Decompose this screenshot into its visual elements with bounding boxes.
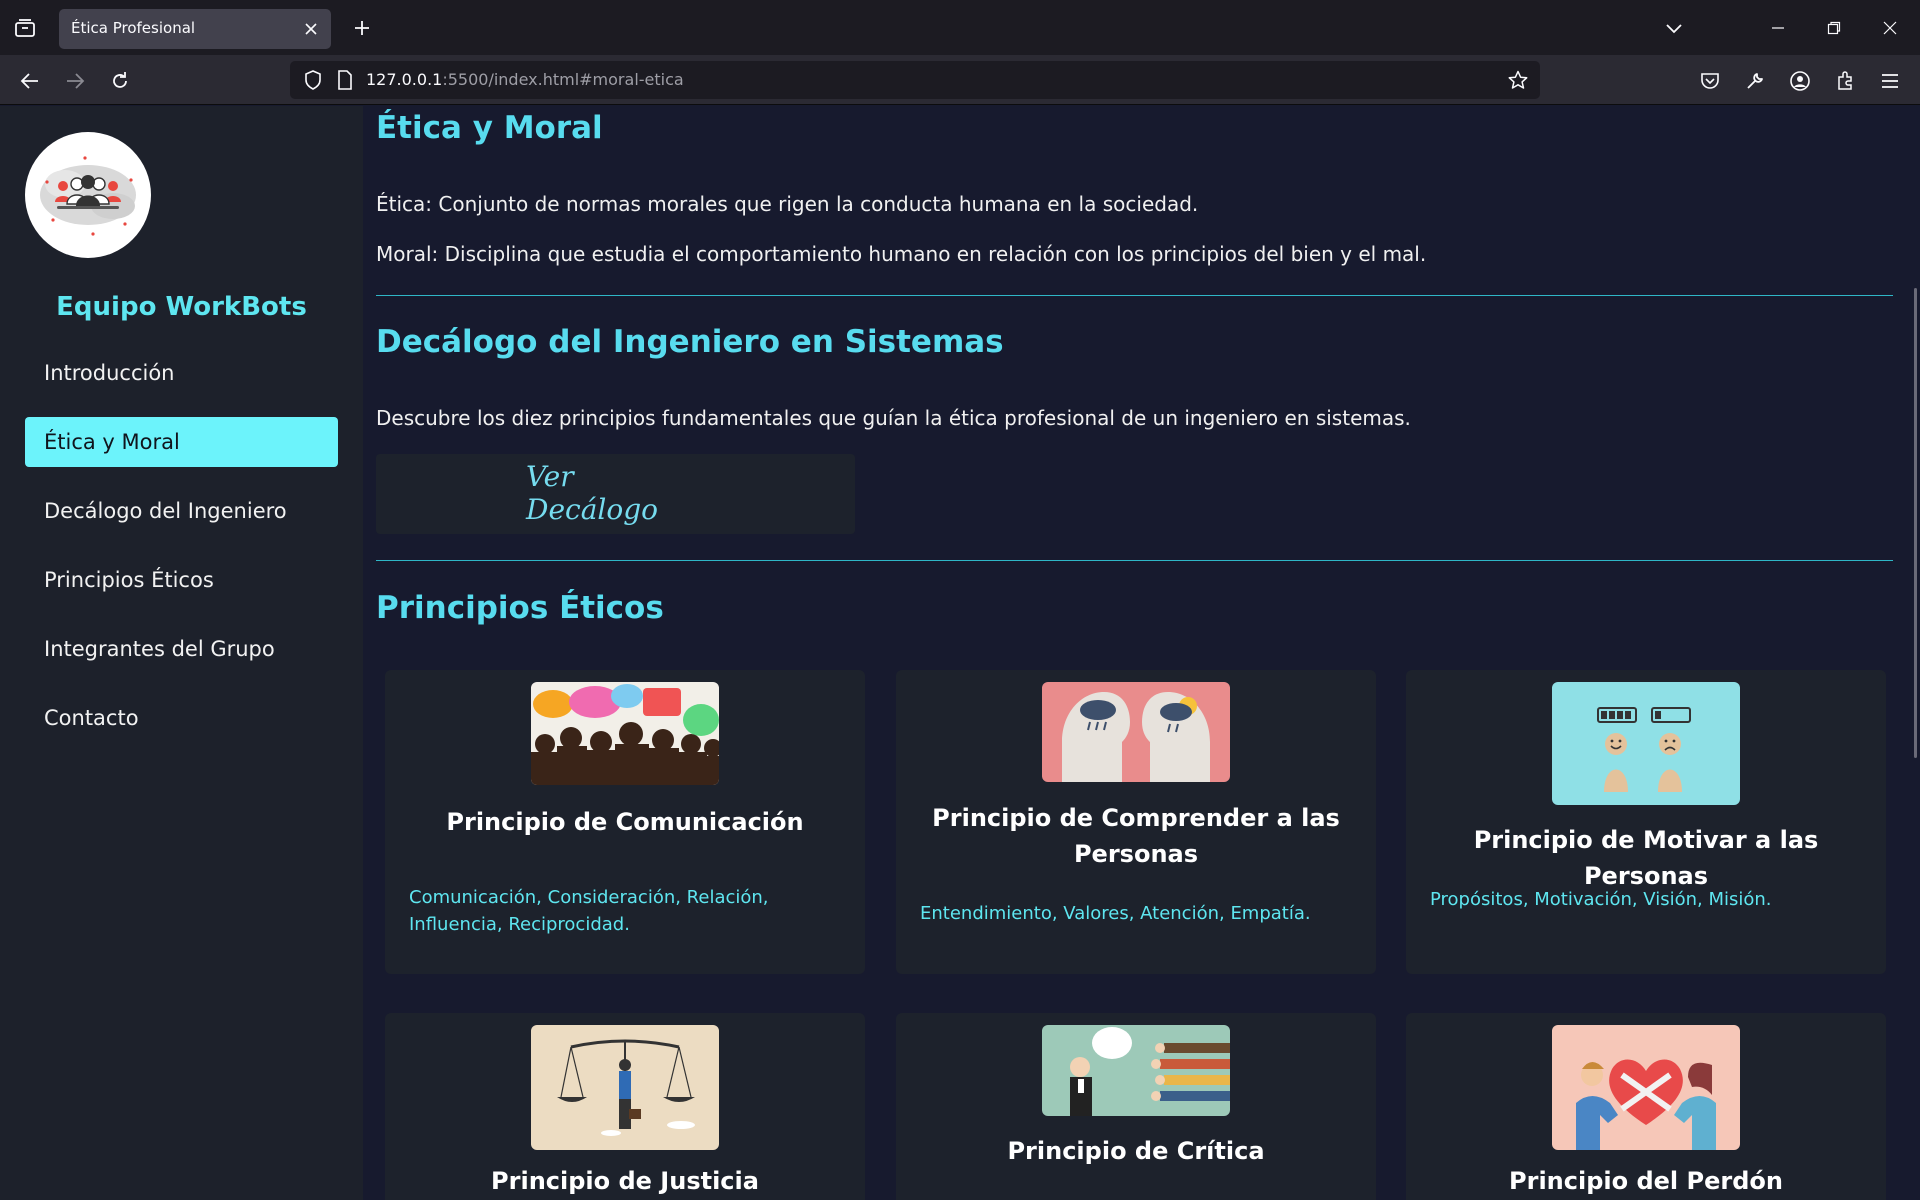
- card-perdon[interactable]: Principio del Perdón: [1406, 1013, 1886, 1200]
- card-title: Principio de Justicia: [491, 1167, 759, 1195]
- card-title: Principio de Comprender a las Personas: [932, 804, 1340, 868]
- team-logo: [25, 132, 151, 258]
- url-path: :5500/index.html#moral-etica: [442, 70, 684, 89]
- browser-tab-bar: Ética Profesional: [0, 0, 1920, 55]
- card-keywords: Comunicación, Consideración, Relación, I…: [409, 887, 769, 935]
- communication-image: [531, 682, 719, 785]
- sidebar-item-decalogo[interactable]: Decálogo del Ingeniero: [25, 486, 338, 536]
- moral-definition: Moral: Disciplina que estudia el comport…: [376, 242, 1427, 266]
- close-window-icon[interactable]: [1868, 8, 1912, 48]
- sidebar-item-integrantes[interactable]: Integrantes del Grupo: [25, 624, 338, 674]
- list-all-tabs-icon[interactable]: [1660, 14, 1688, 42]
- minimize-icon[interactable]: [1756, 8, 1800, 48]
- extensions-icon[interactable]: [1829, 65, 1861, 97]
- pocket-icon[interactable]: [1694, 65, 1726, 97]
- scrollbar-thumb[interactable]: [1914, 288, 1917, 758]
- ver-decalogo-button[interactable]: Ver Decálogo: [376, 454, 855, 534]
- new-tab-icon[interactable]: [348, 14, 376, 42]
- motivation-image: [1552, 682, 1740, 805]
- reload-icon[interactable]: [104, 65, 136, 97]
- card-motivar[interactable]: Principio de Motivar a las Personas Prop…: [1406, 670, 1886, 974]
- sidebar: Equipo WorkBots Introducción Ética y Mor…: [0, 106, 363, 1200]
- bookmark-star-icon[interactable]: [1506, 68, 1530, 92]
- ver-decalogo-label: Ver Decálogo: [526, 460, 658, 526]
- url-host: 127.0.0.1: [366, 70, 443, 89]
- page-scrollbar[interactable]: [1908, 106, 1920, 1200]
- back-icon[interactable]: [14, 65, 46, 97]
- tab-title: Ética Profesional: [71, 19, 196, 37]
- wrench-icon[interactable]: [1739, 65, 1771, 97]
- sidebar-menu: Introducción Ética y Moral Decálogo del …: [25, 348, 338, 762]
- url-bar[interactable]: 127.0.0.1:5500/index.html#moral-etica: [290, 61, 1540, 99]
- page-info-icon[interactable]: [334, 69, 356, 91]
- brand-name: Equipo WorkBots: [56, 292, 307, 322]
- sidebar-item-introduccion[interactable]: Introducción: [25, 348, 338, 398]
- etica-definition: Ética: Conjunto de normas morales que ri…: [376, 192, 1199, 216]
- card-keywords: Entendimiento, Valores, Atención, Empatí…: [920, 903, 1311, 924]
- app-menu-icon[interactable]: [1874, 65, 1906, 97]
- forgiveness-image: [1552, 1025, 1740, 1150]
- card-keywords: Propósitos, Motivación, Visión, Misión.: [1430, 889, 1772, 910]
- url-text: 127.0.0.1:5500/index.html#moral-etica: [366, 70, 684, 89]
- browser-nav-bar: 127.0.0.1:5500/index.html#moral-etica: [0, 55, 1920, 105]
- card-critica[interactable]: Principio de Crítica: [896, 1013, 1376, 1200]
- card-comprender[interactable]: Principio de Comprender a las Personas E…: [896, 670, 1376, 974]
- card-title: Principio de Comunicación: [446, 808, 804, 836]
- card-title: Principio del Perdón: [1509, 1167, 1783, 1195]
- decalogo-description: Descubre los diez principios fundamental…: [376, 406, 1411, 430]
- sidebar-item-principios[interactable]: Principios Éticos: [25, 555, 338, 605]
- browser-tab-active[interactable]: Ética Profesional: [59, 9, 331, 49]
- section-divider: [376, 295, 1893, 296]
- understanding-image: [1042, 682, 1230, 782]
- card-title: Principio de Motivar a las Personas: [1473, 826, 1819, 890]
- main-content: Ética y Moral Ética: Conjunto de normas …: [363, 106, 1920, 1200]
- tracking-shield-icon[interactable]: [302, 69, 324, 91]
- tab-close-icon[interactable]: [301, 19, 321, 39]
- account-icon[interactable]: [1784, 65, 1816, 97]
- restore-icon[interactable]: [1812, 8, 1856, 48]
- section-title-etica-moral: Ética y Moral: [376, 110, 603, 146]
- forward-icon[interactable]: [59, 65, 91, 97]
- section-title-decalogo: Decálogo del Ingeniero en Sistemas: [376, 324, 1004, 360]
- tab-overview-icon[interactable]: [10, 14, 40, 42]
- section-title-principios: Principios Éticos: [376, 590, 664, 626]
- sidebar-item-contacto[interactable]: Contacto: [25, 693, 338, 743]
- card-justicia[interactable]: Principio de Justicia: [385, 1013, 865, 1200]
- card-title: Principio de Crítica: [1007, 1137, 1265, 1165]
- critique-image: [1042, 1025, 1230, 1116]
- sidebar-item-etica-moral[interactable]: Ética y Moral: [25, 417, 338, 467]
- card-comunicacion[interactable]: Principio de Comunicación Comunicación, …: [385, 670, 865, 974]
- section-divider: [376, 560, 1893, 561]
- justice-image: [531, 1025, 719, 1150]
